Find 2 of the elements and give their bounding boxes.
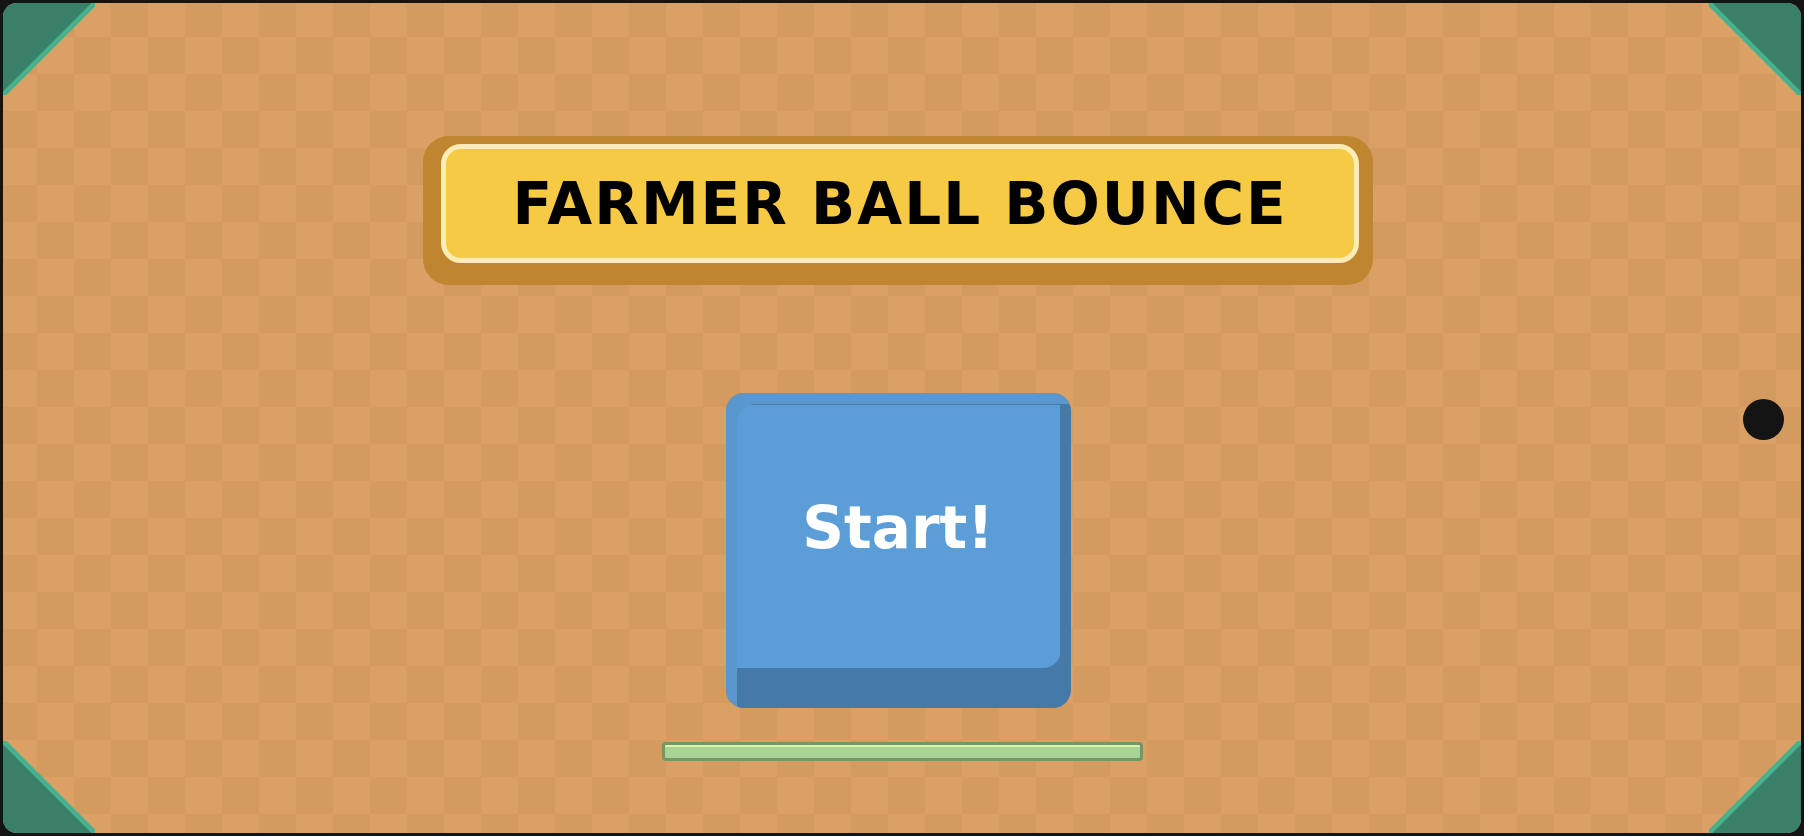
ball — [1743, 399, 1784, 440]
game-title: FARMER BALL BOUNCE — [512, 169, 1288, 238]
